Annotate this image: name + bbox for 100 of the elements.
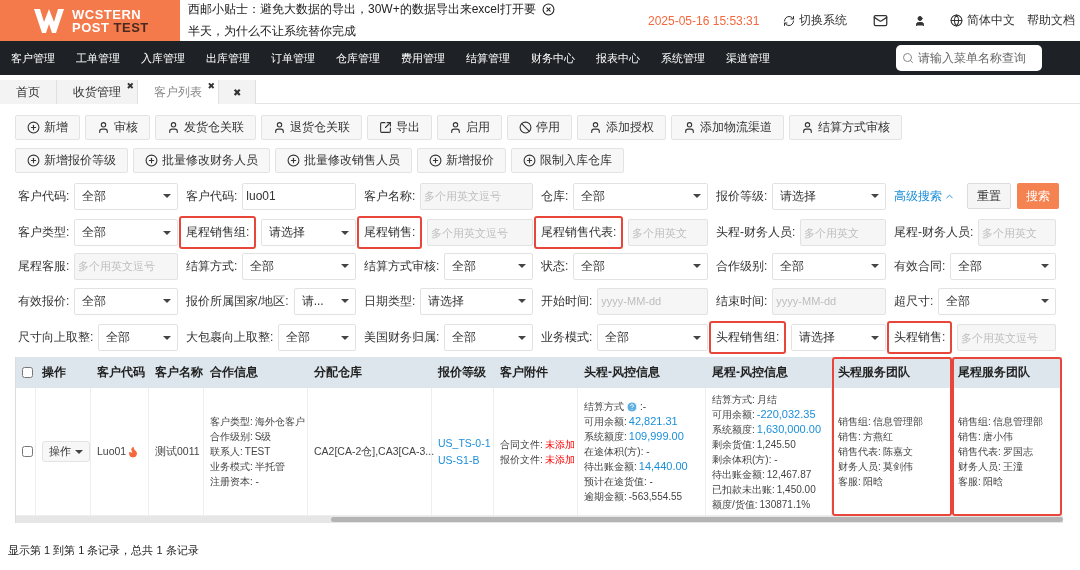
caret-icon	[163, 194, 171, 198]
help-link[interactable]: 帮助文档	[1027, 12, 1076, 29]
page-tab[interactable]: 客户列表 ✖	[138, 80, 219, 104]
toolbar-button[interactable]: 添加物流渠道	[671, 115, 784, 140]
select-field[interactable]: 全部	[938, 287, 1056, 315]
page-tab[interactable]: 首页	[0, 80, 57, 104]
column-header: 客户附件	[494, 357, 578, 388]
column-header: 报价等级	[432, 357, 494, 388]
nav-menu-item[interactable]: 订单管理	[271, 50, 315, 66]
nav-menu-item[interactable]: 客户管理	[11, 50, 55, 66]
toolbar-button[interactable]: 批量修改销售人员	[275, 148, 412, 173]
select-field[interactable]: 全部	[950, 252, 1056, 280]
select-field[interactable]: 全部	[772, 252, 886, 280]
select-field[interactable]: 请选择	[420, 287, 533, 315]
switch-system-button[interactable]: 切换系统	[783, 12, 848, 29]
toolbar-button[interactable]: 退货仓关联	[261, 115, 362, 140]
info-line: 待出账金额: 12,467.87	[712, 467, 812, 482]
select-field[interactable]: 全部	[597, 324, 708, 351]
select-field[interactable]: 全部	[242, 252, 356, 280]
filter-label: 尾程-财务人员:	[894, 224, 974, 241]
caret-icon	[341, 299, 349, 303]
user-icon[interactable]	[914, 14, 927, 27]
nav-menu-item[interactable]: 费用管理	[401, 50, 445, 66]
info-line: 预计在途货值: -	[584, 475, 653, 489]
input-field[interactable]: yyyy-MM-dd	[597, 287, 708, 315]
column-header: 客户名称	[149, 357, 204, 388]
nav-menu-item[interactable]: 结算管理	[466, 50, 510, 66]
menu-search-field[interactable]: 请输入菜单名称查询	[896, 45, 1042, 71]
toolbar-button[interactable]: 限制入库仓库	[511, 148, 624, 173]
horizontal-scrollbar[interactable]	[16, 516, 1063, 523]
info-line: 系统额度: 1,630,000.00	[712, 421, 821, 437]
toolbar-button[interactable]: 结算方式审核	[789, 115, 902, 140]
toolbar-button[interactable]: 新增报价	[417, 148, 506, 173]
price-level-link[interactable]: US_TS-0-1	[438, 434, 491, 452]
info-line: 系统额度: 109,999.00	[584, 429, 684, 444]
input-field[interactable]: luo01	[242, 182, 356, 210]
select-field[interactable]: 全部	[444, 252, 533, 280]
info-line: 合作级别: S级	[210, 430, 272, 444]
toolbar-button[interactable]: 停用	[507, 115, 572, 140]
search-icon	[902, 52, 914, 64]
select-field[interactable]: 全部	[74, 287, 178, 315]
close-icon[interactable]	[541, 3, 555, 16]
select-field[interactable]: 全部	[74, 182, 178, 210]
close-icon[interactable]: ✖	[207, 81, 215, 92]
column-header: 头程-风控信息	[578, 357, 706, 388]
advanced-search-link[interactable]: 高级搜索	[894, 187, 955, 205]
nav-menu-item[interactable]: 系统管理	[661, 50, 705, 66]
toolbar-button[interactable]: 添加授权	[577, 115, 666, 140]
mail-icon[interactable]	[873, 13, 889, 28]
toolbar-button[interactable]: 审核	[85, 115, 150, 140]
select-field[interactable]: 请选择	[791, 324, 886, 351]
checkbox[interactable]	[22, 367, 33, 378]
nav-menu-item[interactable]: 入库管理	[141, 50, 185, 66]
filter-label: 开始时间:	[541, 292, 593, 310]
select-field[interactable]: 请...	[293, 287, 356, 315]
page-tab[interactable]: 收货管理 ✖	[57, 80, 138, 104]
select-field[interactable]: 请选择	[772, 182, 886, 210]
pagination-text: 显示第 1 到第 1 条记录，总共 1 条记录	[7, 543, 200, 558]
nav-menu-item[interactable]: 工单管理	[76, 50, 120, 66]
info-line: 已扣款未出账: 1,450.00	[712, 482, 816, 497]
select-field[interactable]: 全部	[573, 252, 708, 280]
filter-label: 业务模式:	[541, 329, 593, 346]
close-tabs-button[interactable]: ✖	[219, 80, 257, 104]
ban-icon	[519, 121, 532, 134]
toolbar-button[interactable]: 批量修改财务人员	[133, 148, 270, 173]
info-line: 注册资本: -	[210, 475, 259, 489]
toolbar-button[interactable]: 导出	[367, 115, 432, 140]
nav-menu-item[interactable]: 报表中心	[596, 50, 640, 66]
action-dropdown-button[interactable]: 操作	[42, 441, 90, 462]
toolbar-button[interactable]: 发货仓关联	[155, 115, 256, 140]
toolbar-button[interactable]: 新增报价等级	[15, 148, 128, 173]
caret-icon	[341, 264, 349, 268]
user-icon	[167, 121, 180, 134]
select-field[interactable]: 全部	[444, 324, 533, 351]
price-level-link[interactable]: US-S1-B	[438, 451, 480, 469]
info-line: 销售代表: 陈嘉文	[838, 445, 913, 459]
toolbar-button[interactable]: 启用	[437, 115, 502, 140]
close-icon[interactable]: ✖	[126, 81, 134, 92]
reset-button[interactable]: 重置	[967, 183, 1011, 209]
caret-icon	[75, 449, 83, 454]
toolbar-button[interactable]: 新增	[15, 115, 80, 140]
info-line: 逾期金额: -563,554.55	[584, 490, 683, 504]
select-field[interactable]: 请选择	[261, 219, 356, 246]
select-field[interactable]: 全部	[98, 324, 178, 351]
input-field[interactable]: yyyy-MM-dd	[772, 287, 886, 315]
logo-text: POST TEST	[72, 20, 149, 34]
language-button[interactable]: 简体中文	[950, 12, 1016, 29]
select-field[interactable]: 全部	[573, 182, 708, 210]
checkbox[interactable]	[22, 446, 33, 457]
nav-menu-item[interactable]: 财务中心	[531, 50, 575, 66]
caret-icon	[871, 335, 879, 340]
select-field[interactable]: 全部	[278, 324, 356, 351]
info-line: 客户类型: 海外仓客户	[210, 415, 305, 429]
caret-icon	[163, 230, 171, 235]
nav-menu-item[interactable]: 仓库管理	[336, 50, 380, 66]
nav-menu-item[interactable]: 出库管理	[206, 50, 250, 66]
filter-label: 合作级别:	[716, 257, 768, 275]
w-logo-icon	[34, 8, 64, 33]
select-field[interactable]: 全部	[74, 219, 178, 246]
nav-menu-item[interactable]: 渠道管理	[726, 50, 770, 66]
